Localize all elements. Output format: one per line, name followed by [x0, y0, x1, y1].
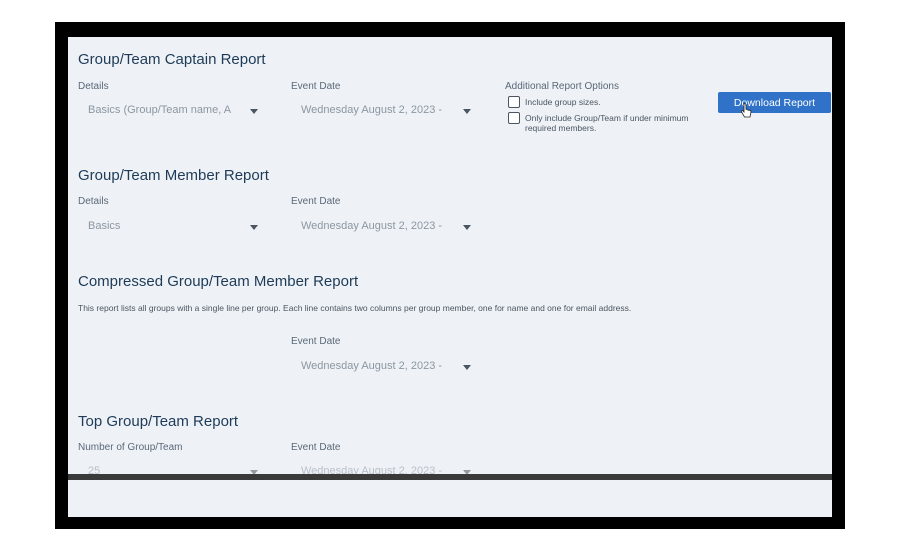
- member-details-select[interactable]: Basics: [78, 215, 268, 237]
- chevron-down-icon: [463, 109, 471, 114]
- top-event-date-label: Event Date: [291, 442, 341, 453]
- captain-event-date-value: Wednesday August 2, 2023 -: [301, 104, 443, 116]
- compressed-report-description: This report lists all groups with a sing…: [78, 303, 632, 313]
- group-sizes-checkbox[interactable]: [508, 96, 520, 108]
- captain-details-label: Details: [78, 81, 109, 92]
- chevron-down-icon: [463, 225, 471, 230]
- compressed-report-title: Compressed Group/Team Member Report: [78, 273, 359, 290]
- top-number-label: Number of Group/Team: [78, 442, 183, 453]
- chevron-down-icon: [250, 225, 258, 230]
- member-details-value: Basics: [88, 220, 121, 232]
- video-frame: Group/Team Captain Report Details Basics…: [55, 22, 845, 529]
- under-minimum-checkbox[interactable]: [508, 112, 520, 124]
- chevron-down-icon: [250, 109, 258, 114]
- compressed-event-date-value: Wednesday August 2, 2023 -: [301, 360, 443, 372]
- under-minimum-option-text: Only include Group/Team if under minimum…: [525, 113, 689, 133]
- member-event-date-select[interactable]: Wednesday August 2, 2023 -: [291, 215, 481, 237]
- top-report-title: Top Group/Team Report: [78, 413, 239, 430]
- captain-details-value: Basics (Group/Team name, A: [88, 104, 232, 116]
- member-report-title: Group/Team Member Report: [78, 167, 269, 184]
- bottom-bar: [68, 480, 832, 517]
- compressed-event-date-label: Event Date: [291, 336, 341, 347]
- member-event-date-value: Wednesday August 2, 2023 -: [301, 220, 443, 232]
- captain-event-date-label: Event Date: [291, 81, 341, 92]
- captain-event-date-select[interactable]: Wednesday August 2, 2023 -: [291, 99, 481, 121]
- group-sizes-option-text: Include group sizes.: [525, 97, 601, 107]
- captain-report-title: Group/Team Captain Report: [78, 51, 266, 68]
- chevron-down-icon: [463, 365, 471, 370]
- download-report-button[interactable]: Download Report: [718, 92, 831, 113]
- compressed-event-date-select[interactable]: Wednesday August 2, 2023 -: [291, 355, 481, 377]
- member-details-label: Details: [78, 196, 109, 207]
- hand-cursor-icon: [740, 103, 752, 118]
- captain-details-select[interactable]: Basics (Group/Team name, A: [78, 99, 268, 121]
- report-page: Group/Team Captain Report Details Basics…: [68, 37, 832, 517]
- report-options-label: Additional Report Options: [505, 81, 619, 92]
- member-event-date-label: Event Date: [291, 196, 341, 207]
